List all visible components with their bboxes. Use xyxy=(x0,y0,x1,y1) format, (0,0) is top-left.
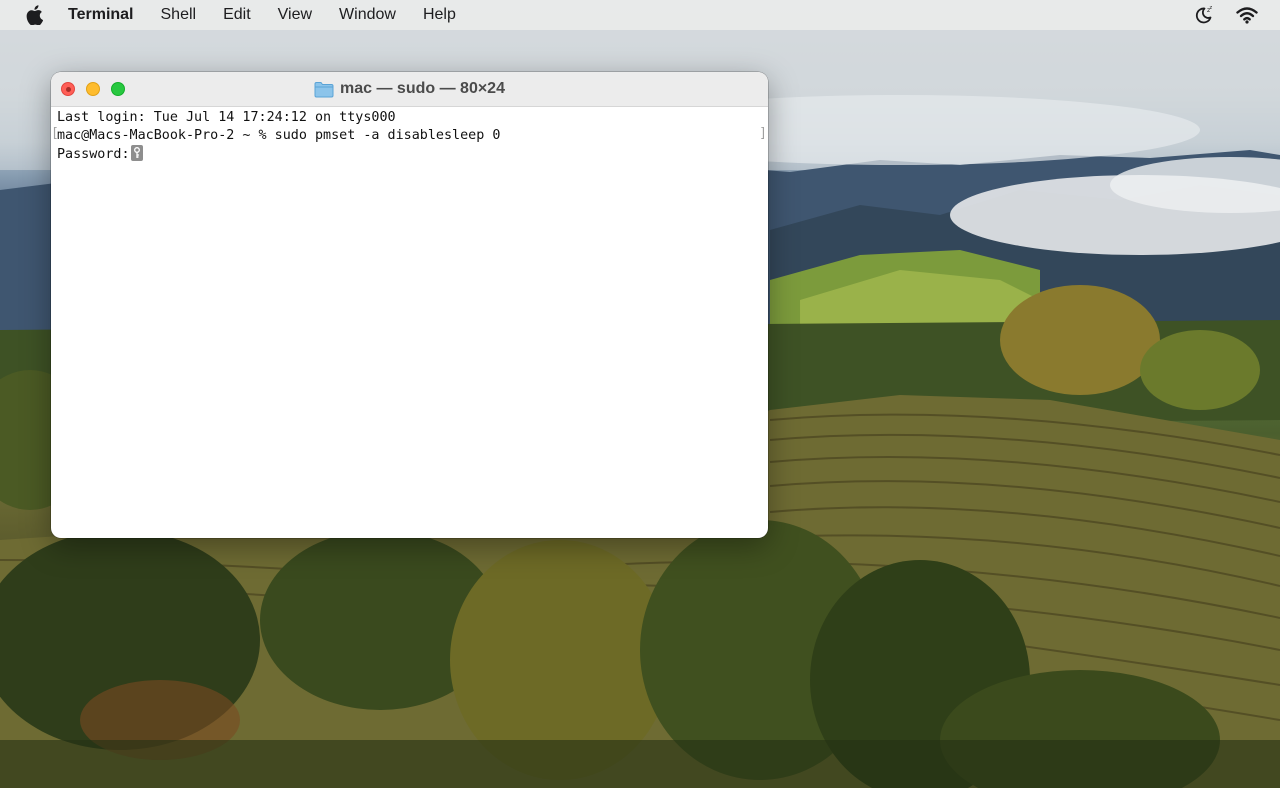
menu-window[interactable]: Window xyxy=(339,6,396,24)
menu-help[interactable]: Help xyxy=(423,6,456,24)
menu-shell[interactable]: Shell xyxy=(161,6,197,24)
title-bar[interactable]: mac — sudo — 80×24 xyxy=(51,72,768,107)
menubar-status-area: z z xyxy=(1194,0,1258,30)
do-not-disturb-icon[interactable]: z z xyxy=(1194,5,1214,25)
terminal-line-command: mac@Macs-MacBook-Pro-2 ~ % sudo pmset -a… xyxy=(57,128,501,143)
window-title-area: mac — sudo — 80×24 xyxy=(51,72,768,106)
svg-text:z: z xyxy=(1210,5,1213,11)
desktop: Terminal Shell Edit View Window Help z z xyxy=(0,0,1280,788)
menu-app-terminal[interactable]: Terminal xyxy=(68,6,134,24)
terminal-line-password[interactable]: Password: xyxy=(57,145,762,163)
password-prompt: Password: xyxy=(57,147,130,162)
terminal-line-last-login: Last login: Tue Jul 14 17:24:12 on ttys0… xyxy=(57,110,396,125)
key-cursor-icon xyxy=(130,145,143,161)
window-title: mac — sudo — 80×24 xyxy=(340,80,505,97)
folder-icon xyxy=(314,81,334,98)
terminal-window[interactable]: mac — sudo — 80×24 [ ] Last login: Tue J… xyxy=(51,72,768,538)
menu-bar: Terminal Shell Edit View Window Help z z xyxy=(0,0,1280,30)
terminal-output[interactable]: Last login: Tue Jul 14 17:24:12 on ttys0… xyxy=(57,109,762,532)
wifi-icon[interactable] xyxy=(1236,6,1258,24)
menu-edit[interactable]: Edit xyxy=(223,6,251,24)
apple-icon[interactable] xyxy=(26,5,44,25)
menu-view[interactable]: View xyxy=(278,6,312,24)
